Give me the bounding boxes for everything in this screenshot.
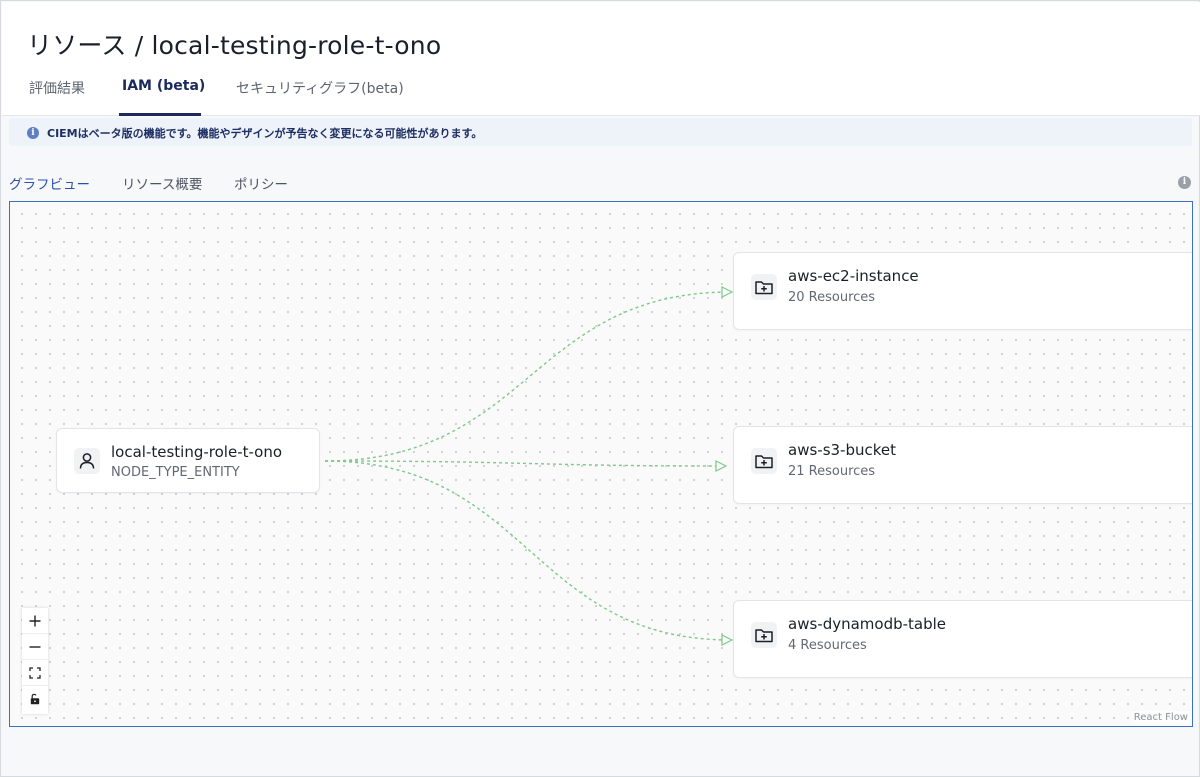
folder-plus-icon xyxy=(751,622,777,648)
tab-security-graph-beta[interactable]: セキュリティグラフ(beta) xyxy=(236,78,404,98)
fit-view-icon xyxy=(29,666,41,679)
minus-icon xyxy=(29,645,41,648)
folder-plus-icon xyxy=(751,274,777,300)
tab-bar: 評価結果 IAM (beta) セキュリティグラフ(beta) xyxy=(2,72,1200,116)
resource-node-count: 21 Resources xyxy=(788,464,876,479)
help-info-icon[interactable]: i xyxy=(1178,176,1191,189)
zoom-out-button[interactable] xyxy=(22,634,48,660)
zoom-in-button[interactable] xyxy=(22,608,48,634)
unlock-icon xyxy=(30,693,40,705)
entity-node-title: local-testing-role-t-ono xyxy=(111,443,283,461)
edge-to-ec2 xyxy=(324,292,731,462)
subtab-bar: グラフビュー リソース概要 ポリシー xyxy=(1,171,1199,193)
entity-node[interactable]: local-testing-role-t-ono NODE_TYPE_ENTIT… xyxy=(56,428,320,493)
tab-evaluation-results[interactable]: 評価結果 xyxy=(29,78,85,98)
subtab-graph-view[interactable]: グラフビュー xyxy=(9,173,90,193)
page-title: リソース / local-testing-role-t-ono xyxy=(27,31,442,60)
page-header: リソース / local-testing-role-t-ono 評価結果 IAM… xyxy=(2,2,1200,116)
edge-to-dynamodb xyxy=(324,460,731,640)
resource-node-title: aws-ec2-instance xyxy=(788,267,919,285)
graph-canvas[interactable]: local-testing-role-t-ono NODE_TYPE_ENTIT… xyxy=(9,201,1193,727)
subtab-policy[interactable]: ポリシー xyxy=(234,173,288,193)
info-icon: i xyxy=(27,127,39,139)
user-icon xyxy=(74,448,100,474)
resource-node-count: 4 Resources xyxy=(788,638,867,653)
folder-plus-icon xyxy=(751,448,777,474)
resource-node-s3[interactable]: aws-s3-bucket 21 Resources xyxy=(733,426,1192,504)
beta-notice-banner: i CIEMはベータ版の機能です。機能やデザインが予告なく変更になる可能性があり… xyxy=(9,118,1192,146)
subtab-resource-overview[interactable]: リソース概要 xyxy=(122,173,202,193)
graph-controls xyxy=(22,608,48,714)
resource-node-title: aws-s3-bucket xyxy=(788,441,896,459)
resource-node-count: 20 Resources xyxy=(788,290,876,305)
resource-node-ec2[interactable]: aws-ec2-instance 20 Resources xyxy=(733,252,1192,330)
resource-node-dynamodb[interactable]: aws-dynamodb-table 4 Resources xyxy=(733,600,1192,678)
edge-to-s3 xyxy=(324,461,725,466)
react-flow-attribution[interactable]: React Flow xyxy=(1131,711,1190,724)
banner-text: CIEMはベータ版の機能です。機能やデザインが予告なく変更になる可能性があります… xyxy=(47,127,483,140)
entity-node-type: NODE_TYPE_ENTITY xyxy=(111,465,240,480)
app-window: リソース / local-testing-role-t-ono 評価結果 IAM… xyxy=(0,0,1200,777)
fit-view-button[interactable] xyxy=(22,660,48,686)
resource-node-title: aws-dynamodb-table xyxy=(788,615,947,633)
plus-icon xyxy=(29,615,41,626)
tab-iam-beta[interactable]: IAM (beta) xyxy=(122,78,205,94)
active-tab-indicator xyxy=(119,113,201,116)
toggle-interactivity-button[interactable] xyxy=(22,686,48,712)
